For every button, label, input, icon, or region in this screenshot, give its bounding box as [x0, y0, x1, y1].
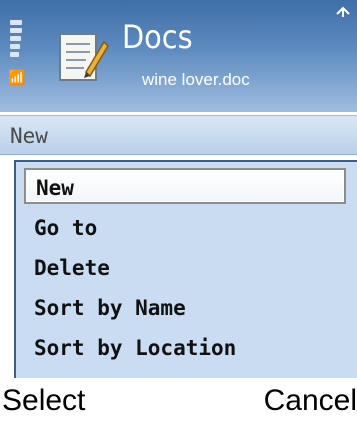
- menu-item-new[interactable]: New: [24, 168, 346, 204]
- document-icon: [59, 33, 109, 81]
- selection-field-text: New: [10, 124, 48, 148]
- softkey-bar: Select Cancel: [0, 381, 357, 421]
- menu-item-label: Delete: [34, 256, 110, 280]
- app-title: Docs: [122, 18, 193, 56]
- app-header: 📶 Docs wine lover.doc: [0, 0, 357, 112]
- menu-item-label: New: [36, 176, 74, 200]
- top-right-indicator-icon: [336, 6, 350, 17]
- file-name: wine lover.doc: [142, 70, 250, 89]
- menu-item-label: Sort by Location: [34, 336, 237, 360]
- select-softkey[interactable]: Select: [2, 381, 85, 421]
- cancel-softkey[interactable]: Cancel: [264, 381, 357, 421]
- options-menu: New Go to Delete Sort by Name Sort by Lo…: [14, 160, 357, 378]
- selection-field: New: [0, 115, 357, 155]
- menu-item-label: Sort by Name: [34, 296, 186, 320]
- menu-item-label: Go to: [34, 216, 98, 240]
- antenna-icon: 📶: [8, 70, 26, 86]
